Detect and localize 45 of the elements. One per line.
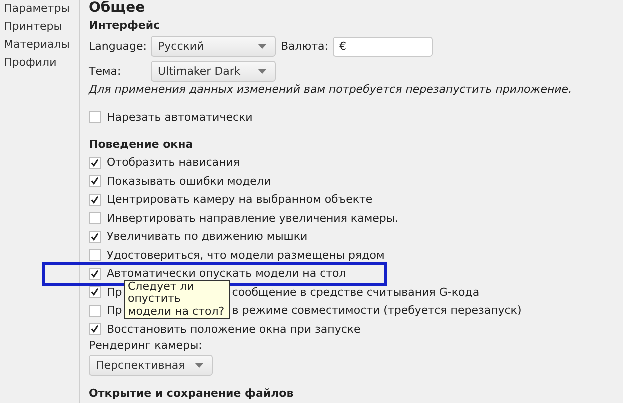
checkbox[interactable]: [89, 304, 101, 317]
field-label: Валюта:: [281, 40, 328, 53]
section-heading: Интерфейс: [89, 18, 162, 34]
sidebar-item[interactable]: Принтеры: [4, 18, 79, 36]
sidebar-item[interactable]: Параметры: [4, 0, 79, 18]
section-heading: Поведение окна: [89, 136, 194, 152]
checkbox-label: Увеличивать по движению мышки: [107, 230, 308, 244]
theme-dropdown[interactable]: Ultimaker Dark: [151, 61, 276, 82]
checkbox[interactable]: [89, 156, 101, 169]
checkbox[interactable]: [89, 323, 101, 336]
caret-icon: [258, 44, 267, 49]
checkbox[interactable]: [89, 212, 101, 224]
checkbox[interactable]: [89, 111, 101, 124]
checkbox[interactable]: [89, 286, 101, 298]
checkbox-label: сообщение в средстве считывания G-кода: [232, 286, 480, 299]
camera-rendering-dropdown[interactable]: Перспективная: [89, 354, 213, 376]
checkbox-label: Отобразить нависания: [107, 156, 240, 170]
section-heading: Открытие и сохранение файлов: [89, 386, 295, 402]
tooltip: Следует ли опустить модели на стол?: [124, 280, 230, 319]
checkbox-label: Инвертировать направление увеличения камеры.: [107, 212, 399, 225]
checkbox-label: Показывать ошибки модели: [107, 174, 272, 188]
sidebar-item[interactable]: Материалы: [4, 36, 79, 54]
language-dropdown[interactable]: Русский: [151, 36, 276, 57]
page-title: Общее: [89, 0, 146, 17]
checkbox[interactable]: [89, 194, 101, 206]
checkbox[interactable]: [89, 268, 101, 280]
field-label: Тема:: [89, 65, 122, 78]
checkbox-label: в режиме совместимости (требуется перезапуск): [232, 304, 522, 318]
checkbox-label: Автоматически опускать модели на стол: [107, 267, 346, 280]
caret-icon: [258, 69, 267, 74]
field-label: Рендеринг камеры:: [89, 338, 204, 352]
checkbox-label: Пр: [107, 304, 122, 318]
field-label: Language:: [89, 40, 146, 53]
checkbox-label: Восстановить положение окна при запуске: [107, 322, 361, 336]
checkbox-label: Центрировать камеру на выбранном объекте: [107, 193, 373, 206]
checkbox-label: Нарезать автоматически: [107, 110, 253, 124]
checkbox[interactable]: [89, 175, 101, 188]
checkbox-label: Пр: [107, 286, 122, 299]
checkbox-label: Удостовериться, что модели размещены рядом: [107, 248, 385, 262]
sidebar-item[interactable]: Профили: [4, 54, 79, 72]
checkbox[interactable]: [89, 230, 101, 243]
currency-field[interactable]: €: [333, 36, 434, 56]
caret-icon: [195, 362, 204, 368]
restart-note: Для применения данных изменений вам потребуется перезапустить приложение.: [89, 82, 574, 98]
checkbox[interactable]: [89, 249, 101, 262]
